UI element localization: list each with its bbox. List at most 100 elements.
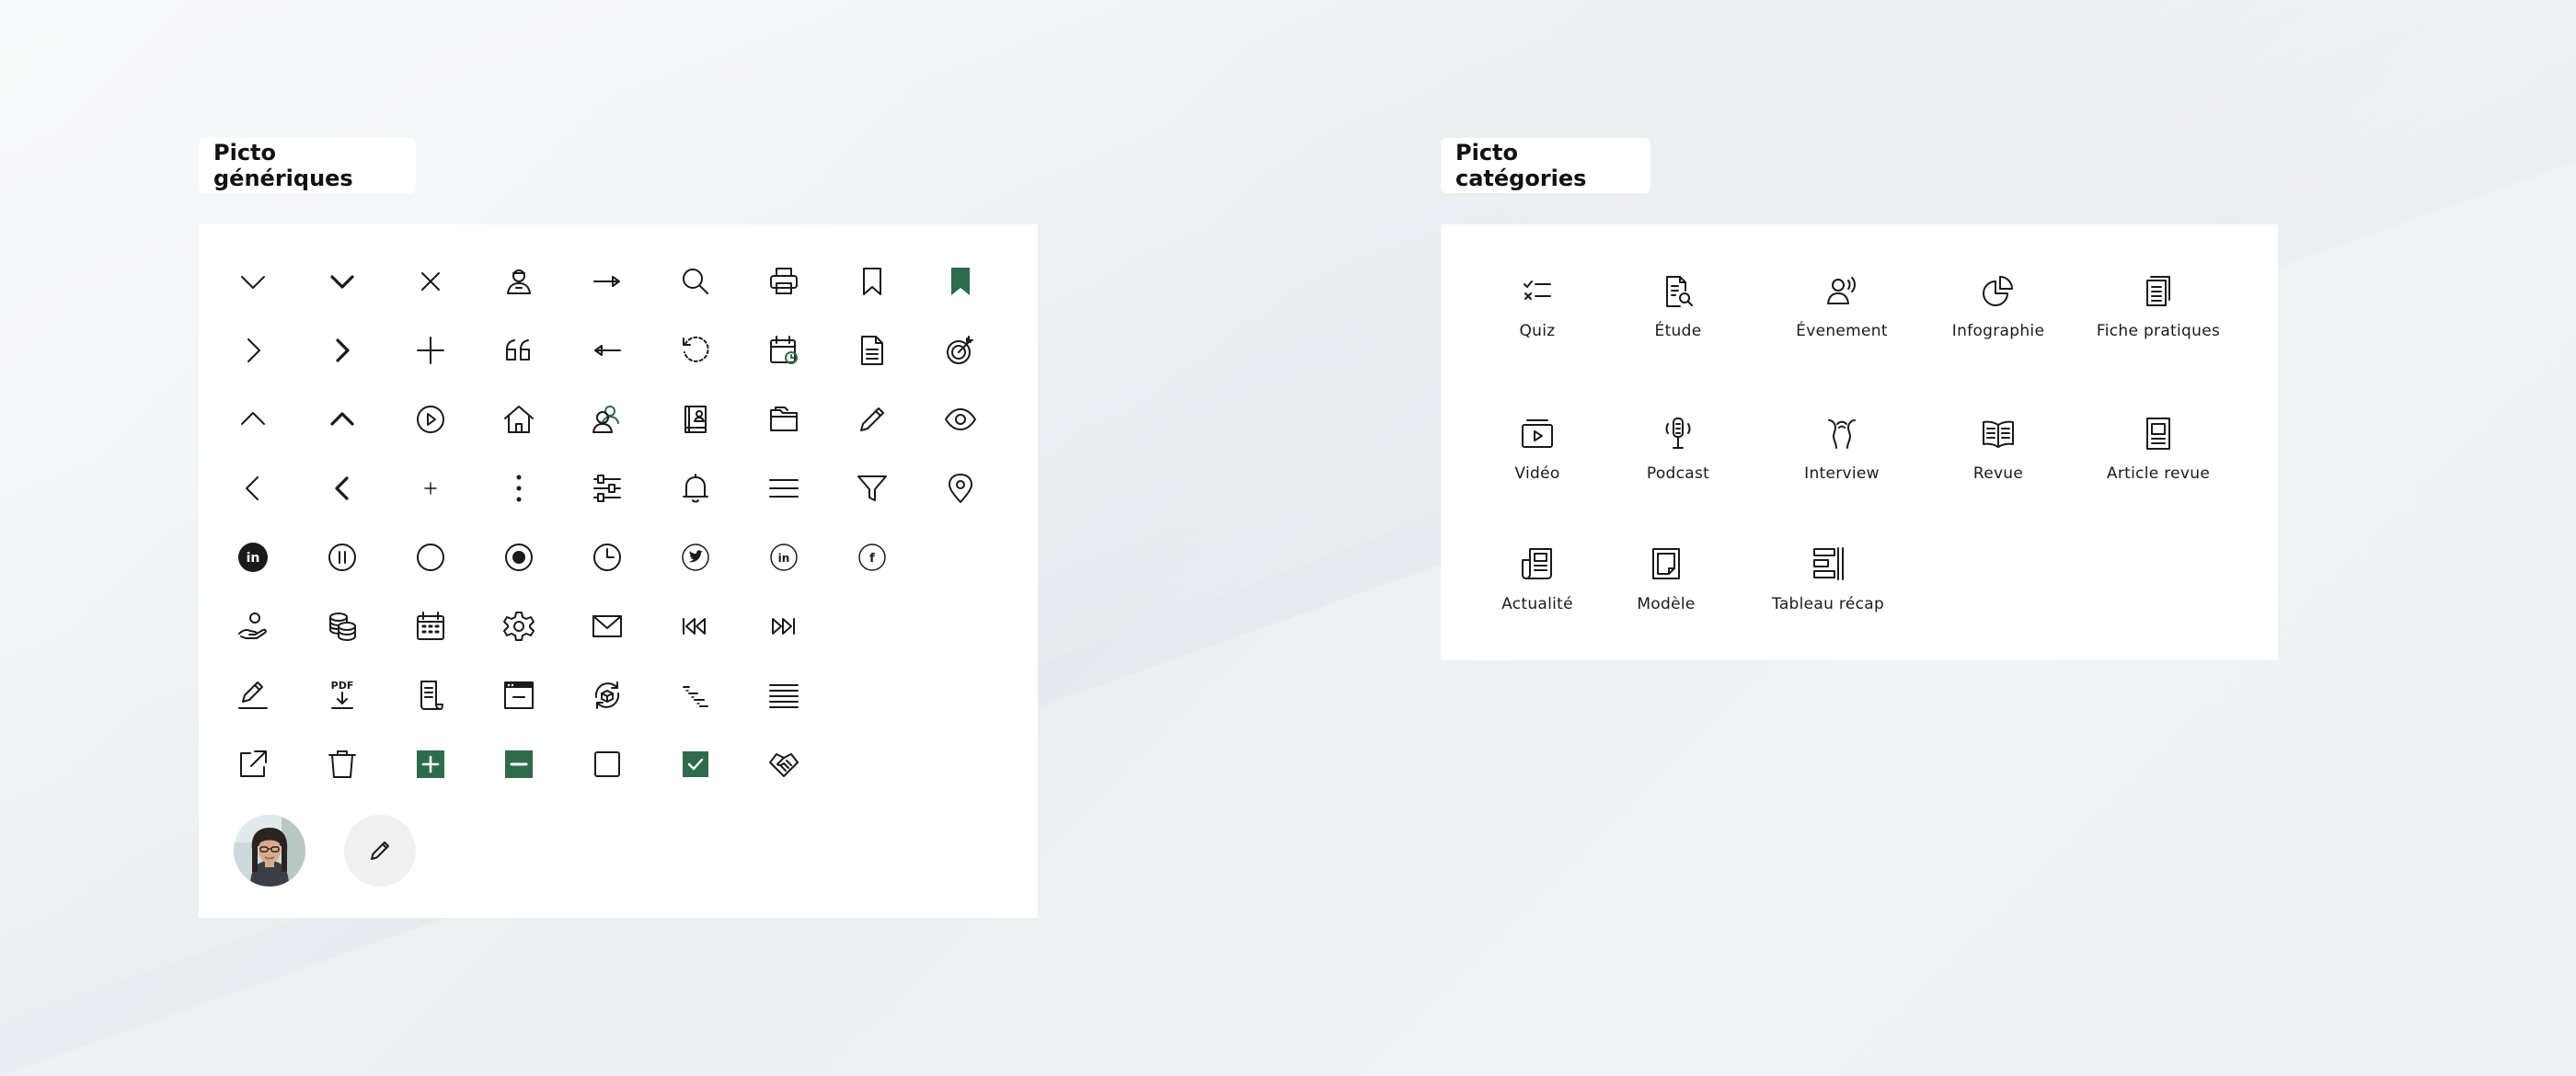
- category-label: Revue: [1972, 464, 2024, 483]
- location-pin-icon[interactable]: [933, 461, 988, 516]
- category-revue[interactable]: Revue: [1920, 413, 2076, 505]
- checkbox-plus-icon[interactable]: [403, 737, 458, 792]
- generic-icons-panel: in in f PDF: [199, 224, 1038, 918]
- category-tableau-recap[interactable]: Tableau récap: [1736, 544, 1920, 635]
- quote-icon[interactable]: [491, 323, 546, 378]
- twitter-circle-icon[interactable]: [668, 530, 723, 585]
- category-label: Infographie: [1951, 322, 2045, 340]
- user-badge-icon[interactable]: [491, 254, 546, 309]
- browser-window-icon[interactable]: [491, 668, 546, 723]
- refresh-icon[interactable]: [668, 323, 723, 378]
- users-icon[interactable]: [580, 392, 635, 447]
- category-article-revue[interactable]: Article revue: [2080, 413, 2237, 505]
- pause-circle-icon[interactable]: [315, 530, 370, 585]
- pencil-icon[interactable]: [845, 392, 900, 447]
- document-icon[interactable]: [845, 323, 900, 378]
- category-label: Quiz: [1519, 322, 1556, 340]
- category-label: Podcast: [1646, 464, 1710, 483]
- search-icon[interactable]: [668, 254, 723, 309]
- sliders-icon[interactable]: [580, 461, 635, 516]
- linkedin-circle-icon[interactable]: in: [756, 530, 811, 585]
- external-link-icon[interactable]: [225, 737, 281, 792]
- event-icon: [1822, 270, 1862, 311]
- category-podcast[interactable]: Podcast: [1600, 413, 1756, 505]
- printer-icon[interactable]: [756, 254, 811, 309]
- indent-list-icon[interactable]: [668, 668, 723, 723]
- chevron-down-thin-icon[interactable]: [225, 254, 281, 309]
- menu-icon[interactable]: [756, 461, 811, 516]
- category-modele[interactable]: Modèle: [1588, 544, 1744, 635]
- category-etude[interactable]: Étude: [1600, 270, 1756, 362]
- summary-table-icon: [1808, 544, 1848, 584]
- pdf-download-icon[interactable]: PDF: [315, 668, 370, 723]
- align-justify-icon[interactable]: [756, 668, 811, 723]
- category-evenement[interactable]: Évenement: [1764, 270, 1920, 362]
- category-icons-panel: Quiz Étude Évenement Infographie Fiche p…: [1441, 224, 2278, 660]
- svg-text:f: f: [869, 552, 875, 566]
- chevron-down-bold-icon[interactable]: [315, 254, 370, 309]
- facebook-circle-icon[interactable]: f: [845, 530, 900, 585]
- chevron-right-bold-icon[interactable]: [315, 323, 370, 378]
- play-circle-icon[interactable]: [403, 392, 458, 447]
- plus-icon[interactable]: [403, 323, 458, 378]
- receipt-icon[interactable]: [403, 668, 458, 723]
- category-infographie[interactable]: Infographie: [1920, 270, 2076, 362]
- category-interview[interactable]: Interview: [1764, 413, 1920, 505]
- category-label: Fiche pratiques: [2096, 322, 2221, 340]
- category-video[interactable]: Vidéo: [1459, 413, 1616, 505]
- box-cycle-icon[interactable]: [580, 668, 635, 723]
- circle-outline-icon[interactable]: [403, 530, 458, 585]
- bookmark-outline-icon[interactable]: [845, 254, 900, 309]
- hand-coin-icon[interactable]: [225, 599, 281, 654]
- fast-forward-icon[interactable]: [756, 599, 811, 654]
- checkbox-checked-icon[interactable]: [668, 737, 723, 792]
- checkbox-empty-icon[interactable]: [580, 737, 635, 792]
- calendar-clock-icon[interactable]: [756, 323, 811, 378]
- target-icon[interactable]: [933, 323, 988, 378]
- clock-icon[interactable]: [580, 530, 635, 585]
- category-label: Actualité: [1501, 595, 1573, 613]
- edit-underline-icon[interactable]: [225, 668, 281, 723]
- handshake-icon[interactable]: [756, 737, 811, 792]
- pencil-icon: [371, 841, 389, 860]
- chevron-right-thin-icon[interactable]: [225, 323, 281, 378]
- bookmark-filled-icon[interactable]: [933, 254, 988, 309]
- gear-icon[interactable]: [491, 599, 546, 654]
- plus-small-icon[interactable]: [403, 461, 458, 516]
- category-label: Article revue: [2106, 464, 2211, 483]
- avatar[interactable]: [234, 815, 305, 887]
- svg-text:in: in: [778, 552, 790, 565]
- radio-checked-icon[interactable]: [491, 530, 546, 585]
- category-fiche-pratiques[interactable]: Fiche pratiques: [2080, 270, 2237, 362]
- chevron-left-bold-icon[interactable]: [315, 461, 370, 516]
- trash-icon[interactable]: [315, 737, 370, 792]
- svg-text:PDF: PDF: [331, 680, 354, 692]
- chevron-up-thin-icon[interactable]: [225, 392, 281, 447]
- arrow-right-icon[interactable]: [580, 254, 635, 309]
- practical-sheet-icon: [2138, 270, 2179, 311]
- rewind-icon[interactable]: [668, 599, 723, 654]
- category-label: Vidéo: [1514, 464, 1560, 483]
- categories-section-title: Picto catégories: [1441, 138, 1650, 193]
- eye-icon[interactable]: [933, 392, 988, 447]
- mail-icon[interactable]: [580, 599, 635, 654]
- home-icon[interactable]: [491, 392, 546, 447]
- linkedin-filled-icon[interactable]: in: [225, 530, 281, 585]
- more-vertical-icon[interactable]: [491, 461, 546, 516]
- generic-section-title: Picto génériques: [199, 138, 416, 193]
- chevron-up-bold-icon[interactable]: [315, 392, 370, 447]
- chevron-left-thin-icon[interactable]: [225, 461, 281, 516]
- checkbox-minus-icon[interactable]: [491, 737, 546, 792]
- filter-icon[interactable]: [845, 461, 900, 516]
- category-label: Modèle: [1637, 595, 1696, 613]
- category-quiz[interactable]: Quiz: [1459, 270, 1616, 362]
- close-icon[interactable]: [403, 254, 458, 309]
- edit-button[interactable]: [344, 815, 416, 887]
- podcast-icon: [1658, 413, 1698, 453]
- bell-icon[interactable]: [668, 461, 723, 516]
- profile-card-icon[interactable]: [668, 392, 723, 447]
- coins-stack-icon[interactable]: [315, 599, 370, 654]
- arrow-left-icon[interactable]: [580, 323, 635, 378]
- calendar-grid-icon[interactable]: [403, 599, 458, 654]
- folder-icon[interactable]: [756, 392, 811, 447]
